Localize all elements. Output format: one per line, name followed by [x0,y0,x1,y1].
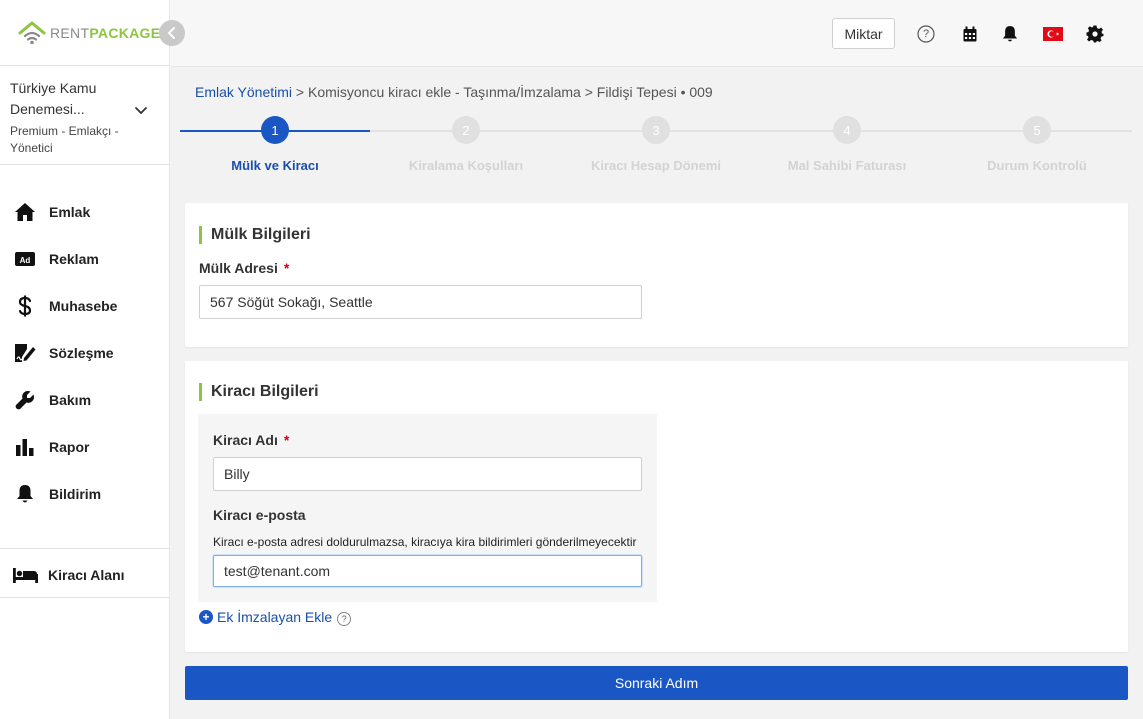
tenant-fields-box: Kiracı Adı * Kiracı e-posta Kiracı e-post… [198,414,657,602]
chevron-left-icon [168,27,175,39]
bell-icon [14,483,36,505]
add-signer-link[interactable]: + Ek İmzalayan Ekle ? [199,608,352,626]
sidebar-divider [0,597,170,598]
step-label: Durum Kontrolü [987,158,1087,173]
sidebar-item-label: Emlak [49,203,91,220]
sidebar-item-label: Bildirim [49,485,102,502]
sidebar-item-label: Rapor [49,438,90,455]
sidebar-item-sozlesme[interactable]: Sözleşme [0,329,170,376]
svg-text:Ad: Ad [20,256,31,265]
turkey-flag-icon[interactable] [1042,24,1064,44]
add-signer-label: Ek İmzalayan Ekle [217,609,333,625]
breadcrumb-level2: Komisyoncu kiracı ekle - Taşınma/İmzalam… [307,84,581,100]
step-4[interactable]: 4 Mal Sahibi Faturası [752,116,942,173]
step-number: 4 [833,116,861,144]
tenant-name-label-text: Kiracı Adı [213,432,278,448]
breadcrumb-current: Fildişi Tepesi • 009 [596,84,713,100]
sidebar-item-rapor[interactable]: Rapor [0,423,170,470]
sidebar-divider [0,164,170,165]
home-icon [14,201,36,223]
wrench-icon [14,389,36,411]
tenant-email-input[interactable] [213,555,642,587]
step-2[interactable]: 2 Kiralama Koşulları [371,116,561,173]
step-3[interactable]: 3 Kiracı Hesap Dönemi [561,116,751,173]
progress-stepper: 1 Mülk ve Kiracı 2 Kiralama Koşulları 3 … [180,116,1132,178]
gear-icon[interactable] [1085,24,1105,44]
breadcrumb-link-emlak-yonetimi[interactable]: Emlak Yönetimi [195,84,292,100]
property-info-card: Mülk Bilgileri Mülk Adresi * [185,203,1128,347]
breadcrumb-separator: > [584,84,593,100]
step-label: Kiracı Hesap Dönemi [590,158,722,173]
calendar-icon[interactable] [960,24,980,44]
logo-text-package: PACKAGE [89,25,161,41]
sidebar-item-label: Muhasebe [49,297,118,314]
plus-circle-icon: + [199,610,213,624]
company-name: Türkiye Kamu Denemesi... [10,80,97,117]
sidebar-item-bildirim[interactable]: Bildirim [0,470,170,517]
step-number: 1 [261,116,289,144]
collapse-sidebar-button[interactable] [159,20,185,46]
step-label: Mülk ve Kiracı [231,158,319,173]
step-1[interactable]: 1 Mülk ve Kiracı [180,116,370,173]
sidebar-item-emlak[interactable]: Emlak [0,188,170,235]
step-number: 3 [642,116,670,144]
step-number: 2 [452,116,480,144]
company-switcher[interactable]: Türkiye Kamu Denemesi... Premium - Emlak… [10,78,160,157]
tenant-email-label: Kiracı e-posta [213,507,306,523]
help-glyph: ? [922,28,930,40]
property-address-input[interactable] [199,285,642,319]
step-label: Mal Sahibi Faturası [787,158,907,173]
sidebar-item-muhasebe[interactable]: Muhasebe [0,282,170,329]
property-info-title: Mülk Bilgileri [199,226,311,244]
logo-text-rent: RENT [50,25,90,41]
step-5[interactable]: 5 Durum Kontrolü [942,116,1132,173]
sidebar-item-tenant-area[interactable]: Kiracı Alanı [0,552,170,598]
company-role: Premium - Emlakçı - Yönetici [10,124,119,155]
tenant-info-title: Kiracı Bilgileri [199,383,319,401]
property-address-label-text: Mülk Adresi [199,260,278,276]
property-address-label: Mülk Adresi * [199,260,289,276]
next-step-button[interactable]: Sonraki Adım [185,666,1128,700]
breadcrumb: Emlak Yönetimi > Komisyoncu kiracı ekle … [195,84,713,100]
bed-icon [12,564,38,586]
tenant-name-label: Kiracı Adı * [213,432,289,448]
bell-icon[interactable] [1000,24,1020,44]
step-label: Kiralama Koşulları [408,158,524,173]
tenant-email-hint: Kiracı e-posta adresi doldurulmazsa, kir… [213,535,637,549]
help-icon[interactable]: ? [337,612,352,626]
bar-chart-icon [14,436,36,458]
sidebar-divider [0,65,170,66]
sidebar-nav: Emlak Ad Reklam Muhasebe Sözleşme Bakım [0,188,170,517]
sidebar-item-label: Bakım [49,391,92,408]
sidebar-item-bakim[interactable]: Bakım [0,376,170,423]
sidebar-item-label: Sözleşme [49,344,114,361]
sidebar-divider [0,548,170,549]
house-wifi-logo-icon [18,21,46,45]
tenant-name-input[interactable] [213,457,642,491]
required-asterisk: * [283,432,290,448]
ad-icon: Ad [14,248,36,270]
step-number: 5 [1023,116,1051,144]
chevron-down-icon[interactable] [134,106,148,116]
help-icon[interactable]: ? [916,24,936,44]
breadcrumb-separator: > [295,84,305,100]
required-asterisk: * [283,260,290,276]
sidebar-item-label: Reklam [49,250,99,267]
topbar: Miktar ? [170,0,1143,67]
contract-icon [14,342,36,364]
sidebar-item-reklam[interactable]: Ad Reklam [0,235,170,282]
sidebar-item-label: Kiracı Alanı [48,567,125,583]
sidebar: RENT PACKAGE Türkiye Kamu Denemesi... Pr… [0,0,170,719]
dollar-icon [14,295,36,317]
tenant-info-card: Kiracı Bilgileri Kiracı Adı * Kiracı e-po… [185,361,1128,652]
miktar-button[interactable]: Miktar [832,18,895,49]
rentpackage-logo[interactable]: RENT PACKAGE [18,20,160,46]
